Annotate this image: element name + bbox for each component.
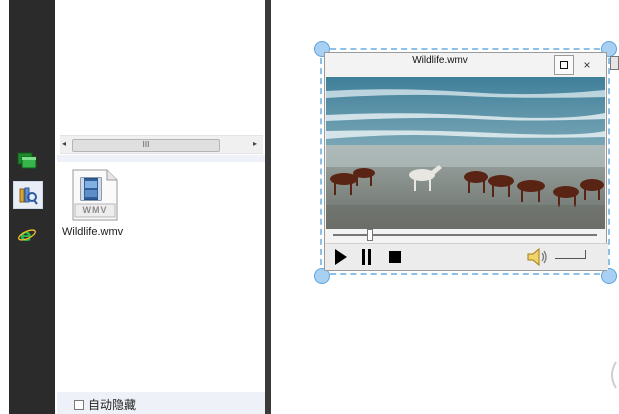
ie-browser-icon[interactable]: e <box>13 222 41 248</box>
partial-element <box>606 360 618 390</box>
svg-text:e: e <box>20 226 32 245</box>
stop-icon[interactable] <box>388 248 402 271</box>
autohide-bar: 自动隐藏 <box>57 392 265 414</box>
scroll-left-icon[interactable]: ◂ <box>62 139 66 148</box>
file-name-label[interactable]: Wildlife.wmv <box>62 226 134 238</box>
taskbar: e <box>0 0 55 414</box>
volume-thumb[interactable] <box>585 250 586 259</box>
green-window-icon[interactable] <box>13 148 41 174</box>
edge-window-icon[interactable] <box>610 56 619 70</box>
scroll-right-icon[interactable]: ▸ <box>253 139 257 148</box>
media-player[interactable]: Wildlife.wmv × <box>324 52 608 271</box>
taskbar-edge <box>0 0 9 414</box>
wmv-file-badge: WMV <box>82 205 108 215</box>
pause-icon[interactable] <box>361 248 373 271</box>
video-still-image <box>326 77 605 229</box>
close-button[interactable]: × <box>577 55 597 75</box>
horizontal-scrollbar[interactable]: ◂ III ▸ <box>60 135 263 154</box>
wmv-file-icon[interactable]: WMV <box>67 168 123 222</box>
scroll-thumb[interactable]: III <box>72 139 220 152</box>
library-icon[interactable] <box>13 181 43 209</box>
maximize-button[interactable] <box>554 55 574 75</box>
autohide-label[interactable]: 自动隐藏 <box>88 396 136 413</box>
player-title: Wildlife.wmv <box>412 55 468 66</box>
video-frame[interactable] <box>326 77 605 229</box>
volume-slider[interactable] <box>555 258 585 259</box>
panel-divider <box>57 155 265 162</box>
autohide-checkbox[interactable] <box>74 400 84 410</box>
speaker-icon[interactable] <box>525 246 549 273</box>
panel-splitter[interactable] <box>265 0 271 414</box>
play-icon[interactable] <box>334 248 348 271</box>
player-controls <box>325 243 608 270</box>
seek-thumb[interactable] <box>367 229 374 241</box>
